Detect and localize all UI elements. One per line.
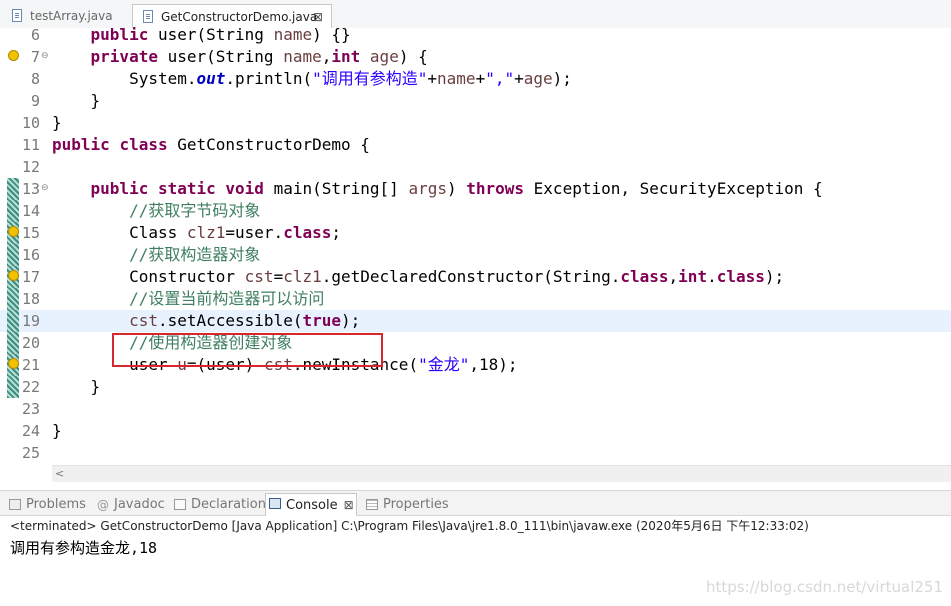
line-number: 25: [21, 444, 40, 462]
code-text: //获取构造器对象: [52, 245, 261, 264]
tab-label: Console: [286, 498, 338, 513]
line-number: 19: [21, 312, 40, 330]
console-view[interactable]: <terminated> GetConstructorDemo [Java Ap…: [0, 516, 951, 606]
code-text: }: [52, 377, 101, 396]
line-number: 11: [21, 136, 40, 154]
code-line[interactable]: 6 public user(String name) {}: [0, 24, 951, 46]
line-number: 23: [21, 400, 40, 418]
close-icon[interactable]: ⊠: [344, 498, 354, 512]
line-number: 13: [21, 180, 40, 198]
java-file-icon: [12, 9, 22, 22]
code-line[interactable]: 8 System.out.println("调用有参构造"+name+","+a…: [0, 68, 951, 90]
line-number: 18: [21, 290, 40, 308]
annotation-highlight-box: [112, 333, 383, 367]
console-status-line: <terminated> GetConstructorDemo [Java Ap…: [10, 519, 809, 533]
panel-tab-bar: Problems @ Javadoc Declaration Console ⊠ …: [0, 490, 951, 517]
code-line[interactable]: 16 //获取构造器对象: [0, 244, 951, 266]
code-editor[interactable]: 6 public user(String name) {} 7 ⊖ private …: [0, 25, 951, 482]
code-text: private user(String name,int age) {: [90, 47, 428, 66]
tab-properties[interactable]: Properties: [363, 495, 449, 515]
code-line[interactable]: 17 Constructor cst=clz1.getDeclaredConst…: [0, 266, 951, 288]
console-output: 调用有参构造金龙,18: [10, 539, 158, 557]
code-text: System.out.println("调用有参构造"+name+","+age…: [52, 69, 572, 88]
horizontal-scrollbar[interactable]: <: [52, 465, 951, 482]
line-number: 9: [30, 92, 40, 110]
tab-label: Declaration: [191, 497, 266, 512]
line-number: 22: [21, 378, 40, 396]
code-text: }: [52, 113, 62, 132]
console-icon: [269, 498, 281, 509]
properties-icon: [366, 499, 378, 510]
code-line[interactable]: 22 }: [0, 376, 951, 398]
declaration-icon: [174, 499, 186, 510]
code-line[interactable]: 13 ⊖ public static void main(String[] arg…: [0, 178, 951, 200]
tab-declaration[interactable]: Declaration: [171, 495, 266, 515]
line-number: 8: [30, 70, 40, 88]
code-line[interactable]: 18 //设置当前构造器可以访问: [0, 288, 951, 310]
code-text: Class clz1=user.class;: [52, 223, 341, 242]
code-line[interactable]: 11 public class GetConstructorDemo {: [0, 134, 951, 156]
tab-label: Javadoc: [114, 497, 165, 512]
watermark: https://blog.csdn.net/virtual251: [705, 578, 943, 596]
code-line[interactable]: 9 }: [0, 90, 951, 112]
code-line[interactable]: 24}: [0, 420, 951, 442]
line-number: 21: [21, 356, 40, 374]
line-number: 6: [30, 26, 40, 44]
code-text: public user(String name) {}: [90, 25, 351, 44]
code-text: }: [52, 91, 101, 110]
scroll-left-arrow-icon[interactable]: <: [55, 466, 64, 482]
code-text: Constructor cst=clz1.getDeclaredConstruc…: [52, 267, 785, 286]
line-number: 17: [21, 268, 40, 286]
code-line[interactable]: 14 //获取字节码对象: [0, 200, 951, 222]
line-number: 24: [21, 422, 40, 440]
code-line[interactable]: 15 Class clz1=user.class;: [0, 222, 951, 244]
editor-tab-label: testArray.java: [30, 9, 113, 23]
code-text: public static void main(String[] args) t…: [90, 179, 823, 198]
code-line[interactable]: 19 cst.setAccessible(true);: [0, 310, 951, 332]
java-file-icon: [143, 10, 153, 23]
tab-console[interactable]: Console ⊠: [265, 493, 357, 517]
tab-problems[interactable]: Problems: [6, 495, 88, 515]
code-line[interactable]: 12: [0, 156, 951, 178]
tab-label: Problems: [26, 497, 86, 512]
problems-icon: [9, 499, 21, 510]
line-number: 15: [21, 224, 40, 242]
line-number: 20: [21, 334, 40, 352]
line-number: 16: [21, 246, 40, 264]
fold-toggle-icon[interactable]: ⊖: [41, 52, 49, 61]
fold-toggle-icon[interactable]: ⊖: [41, 184, 49, 193]
code-text: //设置当前构造器可以访问: [52, 289, 325, 308]
code-line[interactable]: 25: [0, 442, 951, 464]
code-text: public class GetConstructorDemo {: [52, 135, 370, 154]
code-line[interactable]: 7 ⊖ private user(String name,int age) {: [0, 46, 951, 68]
tab-label: Properties: [383, 497, 449, 512]
line-number: 14: [21, 202, 40, 220]
code-line[interactable]: 23: [0, 398, 951, 420]
tab-javadoc[interactable]: @ Javadoc: [94, 495, 166, 515]
javadoc-icon: @: [97, 498, 109, 512]
line-number: 7: [30, 48, 40, 66]
line-number: 12: [21, 158, 40, 176]
line-number: 10: [21, 114, 40, 132]
code-text: }: [52, 421, 62, 440]
code-line[interactable]: 10}: [0, 112, 951, 134]
code-text: //获取字节码对象: [52, 201, 261, 220]
code-text: cst.setAccessible(true);: [129, 311, 361, 330]
editor-tab-label: GetConstructorDemo.java: [161, 10, 318, 24]
